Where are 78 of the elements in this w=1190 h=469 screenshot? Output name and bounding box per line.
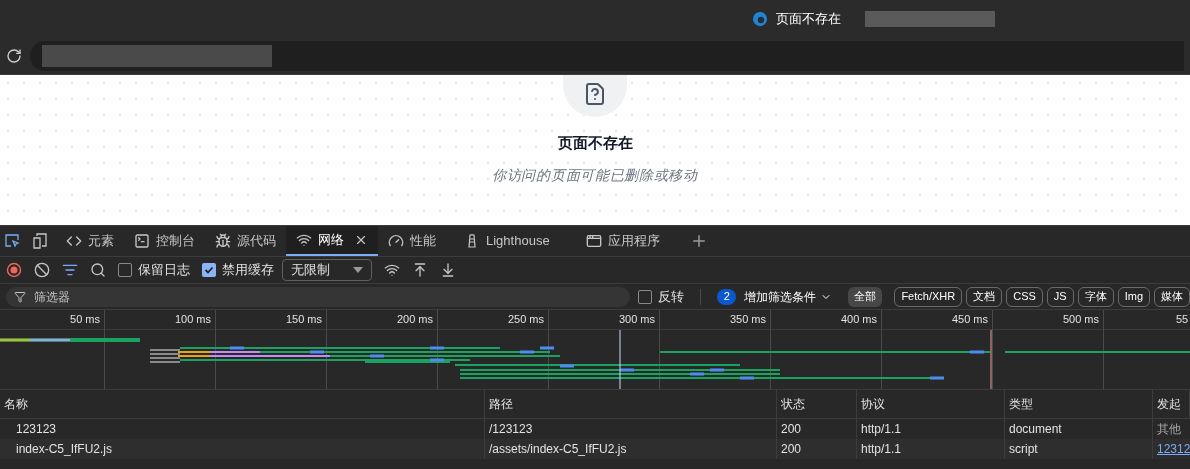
gauge-icon: [388, 233, 404, 249]
table-cell-text: /assets/index-C5_IfFU2.js: [489, 441, 627, 458]
table-cell-text: 200: [781, 421, 802, 438]
tick-label: 200 ms: [396, 312, 433, 328]
table-cell-text: 200: [781, 441, 802, 458]
initiator-link[interactable]: 12312: [1157, 440, 1190, 458]
tick-label: 100 ms: [174, 312, 211, 328]
tick-label: 400 ms: [840, 312, 877, 328]
throttling-dropdown[interactable]: 无限制: [282, 259, 372, 281]
column-header[interactable]: 类型: [1005, 390, 1153, 418]
bug-icon: [215, 233, 231, 249]
column-header[interactable]: 名称: [0, 390, 485, 418]
tick-label: 350 ms: [729, 312, 766, 328]
column-header[interactable]: 协议: [857, 390, 1005, 418]
filter-settings-icon[interactable]: [62, 262, 78, 278]
network-conditions-icon[interactable]: [384, 262, 400, 278]
table-cell-text: 其他: [1157, 421, 1181, 438]
devtools-tab[interactable]: 源代码: [205, 226, 286, 256]
column-header[interactable]: 状态: [777, 390, 857, 418]
filter-field[interactable]: 筛选器: [6, 286, 631, 307]
type-filter-chip[interactable]: 字体: [1077, 286, 1114, 307]
filter-input[interactable]: 筛选器: [34, 287, 534, 306]
devtools-tab[interactable]: 控制台: [124, 226, 205, 256]
console-icon: [134, 233, 150, 249]
dropdown-arrow-icon: [353, 267, 363, 273]
checkbox[interactable]: 保留日志: [118, 260, 190, 280]
clear-icon[interactable]: [34, 262, 50, 278]
close-icon[interactable]: [354, 233, 368, 247]
checkbox[interactable]: 禁用缓存: [202, 260, 274, 280]
count-badge: 2: [717, 288, 737, 305]
type-filter-chip[interactable]: JS: [1046, 286, 1074, 307]
type-filter-chip[interactable]: CSS: [1006, 286, 1043, 307]
table-cell-text: http/1.1: [861, 441, 902, 458]
table-cell-text: index-C5_IfFU2.js: [16, 441, 113, 458]
tick-label: 450 ms: [951, 312, 988, 328]
window-title: 页面不存在: [776, 10, 841, 29]
app-window-icon: [585, 233, 602, 249]
type-filter-chip[interactable]: 文档: [966, 286, 1003, 307]
wifi-icon: [296, 232, 312, 248]
code-icon: [66, 233, 82, 249]
download-icon[interactable]: [440, 262, 456, 278]
error-message: 你访问的页面可能已删除或移动: [492, 165, 698, 185]
table-cell-text: script: [1009, 441, 1038, 458]
record-icon[interactable]: [6, 262, 22, 278]
file-question-icon: [583, 82, 607, 106]
search-icon[interactable]: [90, 262, 106, 278]
table-cell-text: /123123: [489, 421, 533, 438]
devtools-tab[interactable]: 元素: [56, 226, 124, 256]
tick-label: 300 ms: [618, 312, 655, 328]
type-filter-chip[interactable]: Fetch/XHR: [894, 286, 963, 307]
upload-icon[interactable]: [412, 262, 428, 278]
device-toolbar-icon[interactable]: [32, 233, 48, 249]
url-field[interactable]: [30, 41, 1184, 71]
devtools-tab[interactable]: 性能: [378, 226, 446, 256]
tick-label: 250 ms: [507, 312, 544, 328]
type-filter-chip[interactable]: 媒体: [1154, 286, 1190, 307]
devtools-tab[interactable]: 应用程序: [575, 226, 670, 256]
reload-icon[interactable]: [6, 48, 22, 64]
tick-label: 500 ms: [1062, 312, 1099, 328]
inspect-icon[interactable]: [4, 233, 20, 249]
browser-logo-icon: [752, 11, 768, 27]
column-header[interactable]: 发起: [1153, 390, 1190, 418]
type-filter-chip[interactable]: 全部: [848, 286, 883, 307]
table-cell-text: http/1.1: [861, 421, 902, 438]
devtools-tab[interactable]: 网络: [286, 226, 378, 256]
error-heading: 页面不存在: [557, 133, 633, 153]
table-cell-text: 123123: [16, 421, 57, 438]
tick-label: 150 ms: [285, 312, 322, 328]
type-filter-chip[interactable]: Img: [1117, 286, 1150, 307]
tick-label: 50 ms: [70, 312, 100, 328]
table-cell-text: document: [1009, 421, 1062, 438]
checkbox[interactable]: 反转: [638, 286, 685, 307]
filter-icon: [14, 290, 26, 303]
column-header[interactable]: 路径: [485, 390, 777, 418]
tick-label: 55: [1176, 312, 1189, 328]
more-filters-button[interactable]: 增加筛选条件: [744, 287, 833, 306]
devtools-tab[interactable]: Lighthouse: [454, 226, 560, 256]
check-icon: [203, 264, 215, 276]
